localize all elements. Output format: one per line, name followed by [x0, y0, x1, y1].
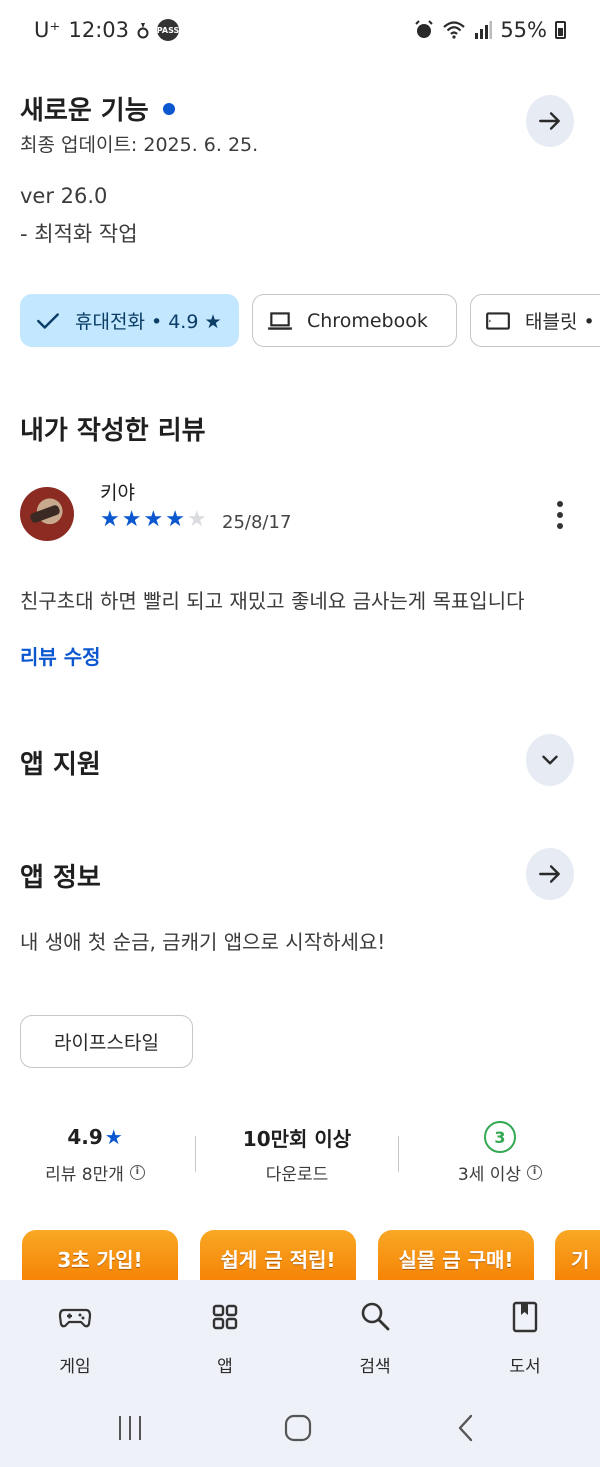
star-filled-icon: ★ [100, 507, 120, 532]
recent-apps-icon[interactable] [110, 1412, 150, 1444]
stat-divider [398, 1136, 399, 1172]
home-icon[interactable] [278, 1412, 318, 1444]
stat-rating-value: 4.9 ★ [0, 1120, 190, 1154]
app-support-title: 앱 지원 [20, 750, 101, 780]
chip-chromebook-label: Chromebook [307, 309, 428, 332]
category-chip[interactable]: 라이프스타일 [20, 1015, 193, 1068]
nav-apps[interactable]: 앱 [170, 1300, 280, 1377]
version-text: ver 26.0 [20, 184, 108, 208]
chip-tablet[interactable]: 태블릿 • 4 [470, 294, 600, 347]
new-indicator-dot [162, 102, 175, 115]
app-support-expand-button[interactable] [526, 734, 574, 786]
search-icon [361, 1302, 390, 1331]
nav-search[interactable]: 검색 [320, 1300, 430, 1377]
chip-phone-label: 휴대전화 • 4.9 ★ [75, 311, 222, 333]
nav-books[interactable]: 도서 [470, 1300, 580, 1377]
battery-icon [555, 21, 566, 39]
wifi-icon [443, 21, 466, 39]
stat-age-rating: 3 3세 이상 i [405, 1120, 595, 1185]
whats-new-title: 새로운 기능 [20, 90, 175, 127]
screenshot-title: 쉽게 금 적립! [220, 1248, 336, 1272]
bottom-nav: 게임 앱 검색 도서 [0, 1280, 600, 1467]
alarm-icon [415, 20, 434, 38]
notification-icon [137, 23, 149, 39]
review-text: 친구초대 하면 빨리 되고 재밌고 좋네요 금사는게 목표입니다 [20, 589, 525, 613]
stat-downloads: 10만회 이상 다운로드 [202, 1120, 392, 1186]
review-rating: ★ ★ ★ ★ ★ [100, 507, 207, 533]
back-icon[interactable] [446, 1412, 486, 1444]
star-filled-icon: ★ [143, 507, 164, 532]
avatar [20, 487, 74, 541]
reviews-count: 리뷰 8만개 [45, 1165, 124, 1185]
gamepad-icon [58, 1308, 92, 1328]
more-options-icon[interactable] [549, 498, 571, 532]
tablet-icon [486, 311, 510, 330]
app-description: 내 생애 첫 순금, 금캐기 앱으로 시작하세요! [20, 930, 386, 954]
age-label[interactable]: 3세 이상 i [405, 1160, 595, 1185]
star-filled-icon: ★ [165, 507, 185, 532]
stat-rating-label[interactable]: 리뷰 8만개 i [0, 1160, 190, 1185]
signal-icon [475, 21, 493, 39]
edit-review-link[interactable]: 리뷰 수정 [20, 641, 101, 670]
stat-rating: 4.9 ★ 리뷰 8만개 i [0, 1120, 190, 1185]
nav-search-label: 검색 [359, 1357, 391, 1377]
apps-grid-icon [212, 1304, 238, 1330]
carrier-label: U⁺ [34, 18, 61, 42]
review-date: 25/8/17 [222, 512, 292, 533]
downloads-value: 10만회 이상 [242, 1126, 352, 1151]
age-rating-icon: 3 [484, 1121, 516, 1153]
screenshot-title: 3초 가입! [57, 1248, 143, 1272]
book-icon [512, 1301, 538, 1333]
status-bar: U⁺ 12:03 PASS 55% [0, 0, 600, 64]
check-icon [37, 312, 59, 329]
nav-games-label: 게임 [59, 1357, 91, 1377]
app-info-arrow-button[interactable] [526, 848, 574, 900]
star-filled-icon: ★ [121, 507, 142, 532]
my-review-title: 내가 작성한 리뷰 [20, 416, 206, 446]
screenshot-title: 실물 금 구매! [398, 1248, 514, 1272]
nav-books-label: 도서 [509, 1357, 541, 1377]
arrow-right-icon [539, 112, 560, 130]
app-info-title: 앱 정보 [20, 863, 101, 893]
downloads-label: 다운로드 [265, 1165, 329, 1185]
battery-percent: 55% [500, 18, 547, 42]
status-left: U⁺ 12:03 PASS [34, 18, 179, 42]
status-right: 55% [414, 18, 566, 42]
release-notes: - 최적화 작업 [20, 222, 138, 246]
last-updated: 최종 업데이트: 2025. 6. 25. [20, 134, 259, 156]
pass-icon: PASS [157, 19, 179, 41]
star-empty-icon: ★ [186, 507, 207, 532]
stat-divider [195, 1136, 196, 1172]
star-icon: ★ [104, 1125, 123, 1149]
reviewer-name: 키야 [100, 482, 135, 504]
whats-new-arrow-button[interactable] [526, 95, 574, 147]
whats-new-title-text: 새로운 기능 [20, 96, 149, 126]
laptop-icon [268, 311, 292, 330]
age-label-text: 3세 이상 [457, 1165, 522, 1185]
chip-chromebook[interactable]: Chromebook [252, 294, 457, 347]
info-icon: i [129, 1165, 145, 1180]
arrow-right-icon [539, 865, 560, 883]
chip-phone[interactable]: 휴대전화 • 4.9 ★ [20, 294, 239, 347]
chevron-down-icon [542, 755, 558, 765]
clock: 12:03 [68, 18, 129, 42]
nav-games[interactable]: 게임 [20, 1300, 130, 1377]
age-value: 3 [405, 1120, 595, 1154]
rating-value: 4.9 [67, 1125, 103, 1149]
chip-tablet-label: 태블릿 • 4 [525, 311, 600, 333]
nav-apps-label: 앱 [217, 1357, 233, 1377]
info-icon: i [527, 1165, 543, 1180]
